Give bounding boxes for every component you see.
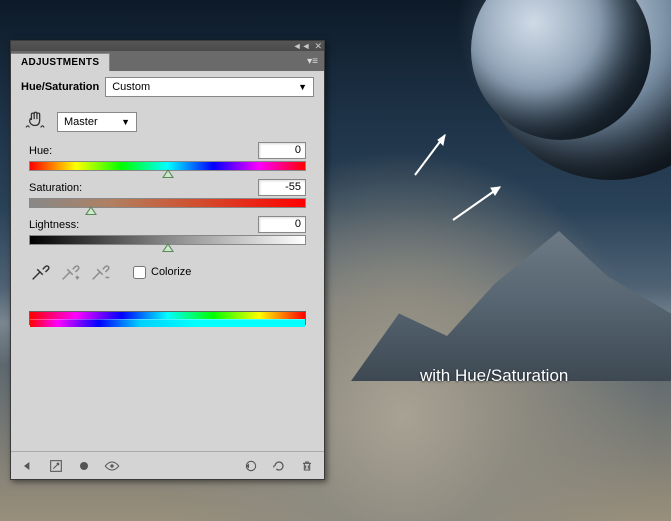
panel-footer xyxy=(11,451,324,479)
annotation-arrow xyxy=(445,175,515,235)
preset-value: Custom xyxy=(112,81,150,93)
saturation-input[interactable]: -55 xyxy=(258,179,306,196)
previous-state-icon[interactable] xyxy=(242,457,260,475)
edit-value: Master xyxy=(64,116,98,128)
visibility-icon[interactable] xyxy=(103,457,121,475)
eyedropper-minus-icon[interactable] xyxy=(89,261,111,283)
chevron-down-icon: ▼ xyxy=(298,82,307,92)
back-icon[interactable] xyxy=(19,457,37,475)
hue-thumb[interactable] xyxy=(162,169,174,178)
edit-row: Master ▼ xyxy=(11,103,324,140)
panel-tab-row: ADJUSTMENTS ▾≡ xyxy=(11,51,324,71)
panel-titlebar: ◄◄ ✕ xyxy=(11,41,324,51)
lightness-label: Lightness: xyxy=(29,219,79,231)
panel-menu-icon[interactable]: ▾≡ xyxy=(301,56,324,67)
hue-slider[interactable] xyxy=(29,161,306,171)
lightness-slider[interactable] xyxy=(29,235,306,245)
trash-icon[interactable] xyxy=(298,457,316,475)
clip-to-layer-icon[interactable] xyxy=(75,457,93,475)
saturation-label: Saturation: xyxy=(29,182,82,194)
lightness-thumb[interactable] xyxy=(162,243,174,252)
edit-select[interactable]: Master ▼ xyxy=(57,112,137,132)
lightness-slider-block: Lightness: 0 xyxy=(11,214,324,251)
lightness-input[interactable]: 0 xyxy=(258,216,306,233)
saturation-slider-block: Saturation: -55 xyxy=(11,177,324,214)
colorize-label: Colorize xyxy=(151,266,191,278)
adjustments-panel: ◄◄ ✕ ADJUSTMENTS ▾≡ Hue/Saturation Custo… xyxy=(10,40,325,480)
close-icon[interactable]: ✕ xyxy=(314,41,322,52)
colorize-checkbox[interactable]: Colorize xyxy=(133,266,191,279)
hue-input[interactable]: 0 xyxy=(258,142,306,159)
hue-slider-block: Hue: 0 xyxy=(11,140,324,177)
caption-text: with Hue/Saturation xyxy=(420,366,568,386)
color-range-bar[interactable] xyxy=(29,311,306,325)
colorize-input[interactable] xyxy=(133,266,146,279)
preset-row: Hue/Saturation Custom ▼ xyxy=(11,71,324,103)
tab-adjustments[interactable]: ADJUSTMENTS xyxy=(11,53,110,71)
expand-view-icon[interactable] xyxy=(47,457,65,475)
saturation-thumb[interactable] xyxy=(85,206,97,215)
eyedropper-icon[interactable] xyxy=(29,261,51,283)
targeted-adjustment-icon[interactable] xyxy=(25,109,47,134)
eyedropper-row: Colorize xyxy=(11,251,324,293)
reset-icon[interactable] xyxy=(270,457,288,475)
saturation-slider[interactable] xyxy=(29,198,306,208)
eyedropper-plus-icon[interactable] xyxy=(59,261,81,283)
adjustment-title: Hue/Saturation xyxy=(21,81,99,93)
hue-label: Hue: xyxy=(29,145,52,157)
preset-select[interactable]: Custom ▼ xyxy=(105,77,314,97)
chevron-down-icon: ▼ xyxy=(121,117,130,127)
collapse-icon[interactable]: ◄◄ xyxy=(293,41,311,51)
